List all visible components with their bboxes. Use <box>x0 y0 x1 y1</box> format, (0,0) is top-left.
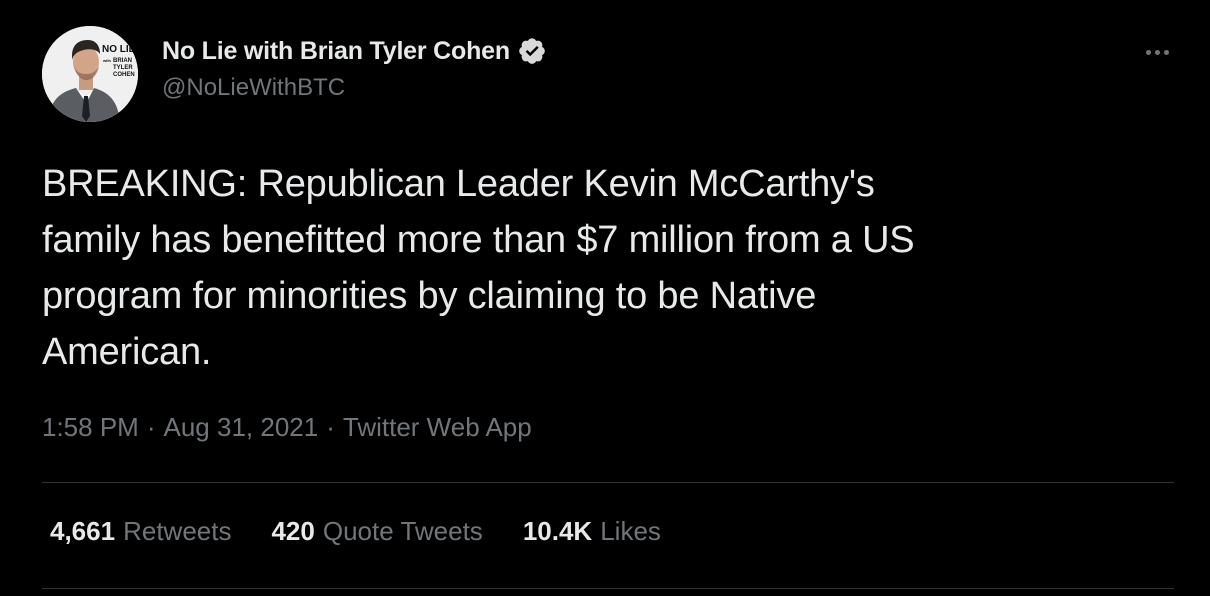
verified-badge-icon <box>517 36 547 66</box>
tweet-text: BREAKING: Republican Leader Kevin McCart… <box>42 163 915 373</box>
tweet-source[interactable]: Twitter Web App <box>343 412 532 443</box>
likes-label: Likes <box>600 516 661 546</box>
avatar-logo-first-name: BRIAN <box>113 58 132 64</box>
retweets-label: Retweets <box>123 516 232 546</box>
divider <box>42 588 1174 589</box>
tweet-stats: 4,661 Retweets 420 Quote Tweets 10.4K Likes <box>50 516 701 547</box>
quote-tweets-stat[interactable]: 420 Quote Tweets <box>271 516 482 547</box>
avatar[interactable]: NO LIE with BRIAN TYLER COHEN <box>42 26 138 122</box>
likes-stat[interactable]: 10.4K Likes <box>523 516 661 547</box>
likes-count: 10.4K <box>522 516 593 546</box>
more-options-icon[interactable] <box>1140 42 1174 62</box>
meta-separator: · <box>146 412 156 442</box>
retweets-count: 4,661 <box>50 516 116 546</box>
name-row: No Lie with Brian Tyler Cohen <box>162 34 547 68</box>
avatar-logo-last-name: COHEN <box>113 72 135 78</box>
tweet-card: NO LIE with BRIAN TYLER COHEN No Lie wit… <box>0 0 1210 596</box>
tweet-date[interactable]: Aug 31, 2021 <box>164 412 319 443</box>
author-handle[interactable]: @NoLieWithBTC <box>162 74 547 102</box>
avatar-image: NO LIE with BRIAN TYLER COHEN <box>42 26 138 122</box>
avatar-logo-middle-name: TYLER <box>113 65 133 71</box>
retweets-stat[interactable]: 4,661 Retweets <box>50 516 231 547</box>
quote-tweets-label: Quote Tweets <box>322 516 483 546</box>
meta-separator: · <box>326 412 335 442</box>
divider <box>42 482 1174 483</box>
avatar-logo-title: NO LIE <box>102 44 136 55</box>
tweet-meta: 1:58 PM · Aug 31, 2021 · Twitter Web App <box>42 412 532 443</box>
tweet-time[interactable]: 1:58 PM <box>42 412 139 443</box>
author-info: No Lie with Brian Tyler Cohen @NoLieWith… <box>162 34 547 102</box>
avatar-logo-with: with <box>102 58 112 63</box>
quote-tweets-count: 420 <box>271 516 315 546</box>
author-display-name[interactable]: No Lie with Brian Tyler Cohen <box>162 37 510 66</box>
